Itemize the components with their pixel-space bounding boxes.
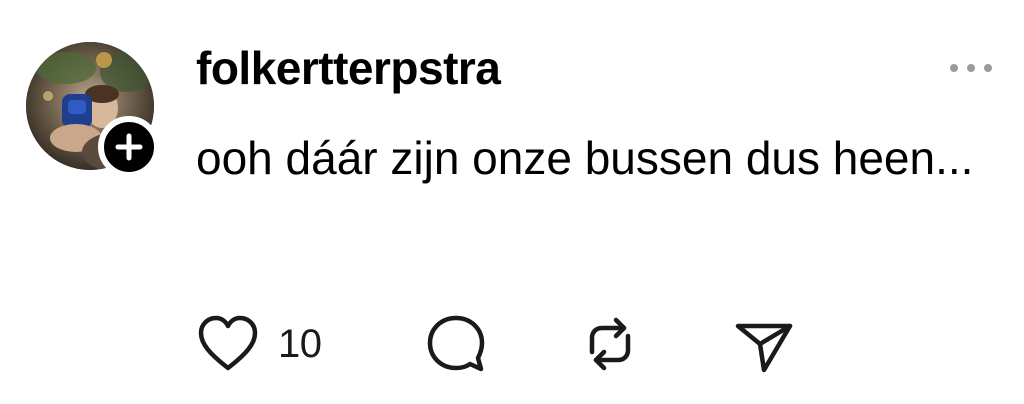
post-text: ooh dáár zijn onze bussen dus heen... — [196, 132, 974, 184]
follow-button[interactable] — [98, 116, 160, 178]
like-button[interactable]: 10 — [196, 312, 322, 376]
more-options-button[interactable] — [944, 56, 998, 80]
repost-button[interactable] — [578, 312, 642, 376]
paper-plane-icon — [735, 323, 793, 373]
repost-arrows-icon — [589, 317, 631, 371]
more-horizontal-icon — [950, 64, 992, 72]
author-username[interactable]: folkertterpstra — [196, 40, 501, 96]
plus-icon — [115, 133, 143, 161]
share-button[interactable] — [732, 312, 796, 376]
author-avatar-container — [26, 42, 160, 178]
reply-button[interactable] — [424, 312, 488, 376]
reply-bubble-icon — [427, 315, 485, 372]
heart-icon — [198, 315, 258, 371]
like-count: 10 — [278, 322, 322, 366]
